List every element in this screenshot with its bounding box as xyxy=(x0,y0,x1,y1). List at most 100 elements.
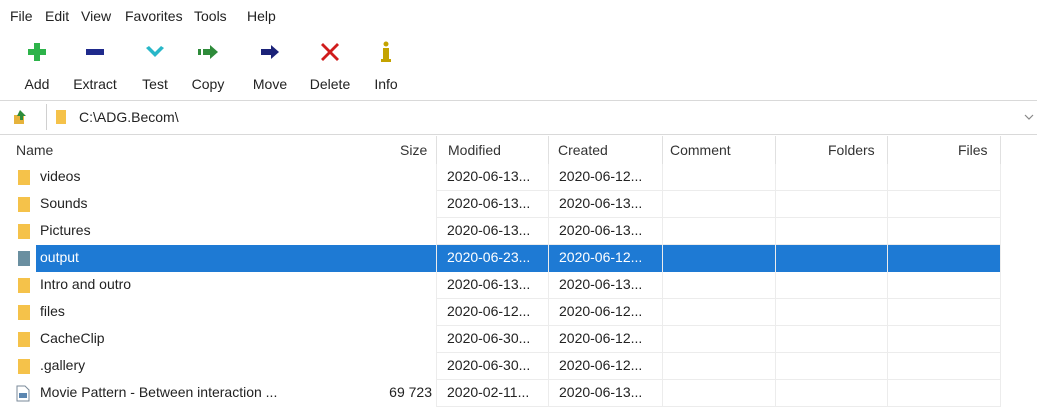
column-headers: Name Size Modified Created Comment Folde… xyxy=(0,136,1037,164)
extract-label: Extract xyxy=(73,76,117,92)
list-item[interactable]: Sounds 2020-06-13... 2020-06-13... xyxy=(0,191,1037,218)
chevron-down-icon[interactable] xyxy=(1024,113,1034,121)
up-folder-icon[interactable] xyxy=(12,109,28,125)
test-button[interactable]: Test xyxy=(136,36,174,96)
item-created: 2020-06-12... xyxy=(559,168,643,184)
list-item[interactable]: Movie Pattern - Between interaction ... … xyxy=(0,380,1037,407)
item-name: Intro and outro xyxy=(40,276,132,292)
item-name: videos xyxy=(40,168,81,184)
add-button[interactable]: Add xyxy=(14,36,60,96)
right-arrow-icon xyxy=(261,45,279,59)
list-item[interactable]: Pictures 2020-06-13... 2020-06-13... xyxy=(0,218,1037,245)
info-label: Info xyxy=(374,76,398,92)
item-created: 2020-06-12... xyxy=(559,330,643,346)
list-item[interactable]: videos 2020-06-13... 2020-06-12... xyxy=(0,164,1037,191)
list-item-selected[interactable]: output 2020-06-23... 2020-06-12... xyxy=(0,245,1037,272)
item-size: 69 723 xyxy=(389,384,432,400)
minus-icon xyxy=(86,49,104,55)
folder-icon xyxy=(18,197,30,212)
item-created: 2020-06-13... xyxy=(559,222,643,238)
item-name: output xyxy=(40,249,79,265)
item-created: 2020-06-12... xyxy=(559,249,643,265)
grid-line xyxy=(436,164,437,407)
column-folders[interactable]: Folders xyxy=(828,142,875,158)
column-divider[interactable] xyxy=(436,136,437,164)
test-label: Test xyxy=(142,76,168,92)
grid-line xyxy=(1000,164,1001,407)
delete-button[interactable]: Delete xyxy=(303,36,357,96)
grid-line xyxy=(662,164,663,407)
file-icon xyxy=(16,385,30,402)
checkmark-icon xyxy=(146,46,164,57)
list-item[interactable]: Intro and outro 2020-06-13... 2020-06-13… xyxy=(0,272,1037,299)
item-modified: 2020-02-11... xyxy=(447,384,530,400)
x-icon xyxy=(321,43,339,61)
item-modified: 2020-06-13... xyxy=(447,195,531,211)
item-modified: 2020-06-23... xyxy=(447,249,531,265)
info-icon xyxy=(381,41,391,62)
grid-line xyxy=(775,164,776,407)
item-name: CacheClip xyxy=(40,330,105,346)
column-divider[interactable] xyxy=(887,136,888,164)
grid-line xyxy=(887,164,888,407)
item-modified: 2020-06-30... xyxy=(447,330,531,346)
address-path: C:\ADG.Becom\ xyxy=(79,109,179,125)
delete-label: Delete xyxy=(309,76,351,92)
item-name: .gallery xyxy=(40,357,86,373)
folder-icon xyxy=(56,110,66,124)
column-divider[interactable] xyxy=(775,136,776,164)
item-modified: 2020-06-13... xyxy=(447,276,531,292)
item-created: 2020-06-13... xyxy=(559,384,643,400)
menu-help[interactable]: Help xyxy=(247,8,276,24)
list-item[interactable]: files 2020-06-12... 2020-06-12... xyxy=(0,299,1037,326)
folder-icon xyxy=(18,170,30,185)
column-modified[interactable]: Modified xyxy=(448,142,501,158)
folder-icon xyxy=(18,251,30,266)
column-divider[interactable] xyxy=(1000,136,1001,164)
menu-bar: File Edit View Favorites Tools Help xyxy=(0,0,1037,32)
copy-arrow-icon xyxy=(198,45,218,59)
item-name: Movie Pattern - Between interaction ... xyxy=(40,384,278,400)
column-name[interactable]: Name xyxy=(16,142,53,158)
menu-favorites[interactable]: Favorites xyxy=(125,8,183,24)
menu-edit[interactable]: Edit xyxy=(45,8,69,24)
toolbar: Add Extract Test Copy Move Delete Info xyxy=(0,32,1037,100)
address-separator xyxy=(0,134,1037,135)
menu-view[interactable]: View xyxy=(81,8,111,24)
menu-tools[interactable]: Tools xyxy=(194,8,227,24)
folder-icon xyxy=(18,224,30,239)
menu-file[interactable]: File xyxy=(10,8,33,24)
item-created: 2020-06-12... xyxy=(559,357,643,373)
item-modified: 2020-06-13... xyxy=(447,168,531,184)
item-created: 2020-06-13... xyxy=(559,195,643,211)
item-created: 2020-06-13... xyxy=(559,276,643,292)
folder-icon xyxy=(18,305,30,320)
list-item[interactable]: .gallery 2020-06-30... 2020-06-12... xyxy=(0,353,1037,380)
address-field[interactable]: C:\ADG.Becom\ xyxy=(46,104,1037,130)
folder-icon xyxy=(18,278,30,293)
column-created[interactable]: Created xyxy=(558,142,608,158)
item-modified: 2020-06-30... xyxy=(447,357,531,373)
copy-button[interactable]: Copy xyxy=(187,36,229,96)
column-files[interactable]: Files xyxy=(958,142,988,158)
move-label: Move xyxy=(252,76,288,92)
column-comment[interactable]: Comment xyxy=(670,142,731,158)
list-item[interactable]: CacheClip 2020-06-30... 2020-06-12... xyxy=(0,326,1037,353)
item-name: Sounds xyxy=(40,195,88,211)
column-size[interactable]: Size xyxy=(400,142,427,158)
column-divider[interactable] xyxy=(662,136,663,164)
address-bar: C:\ADG.Becom\ xyxy=(0,101,1037,134)
folder-icon xyxy=(18,359,30,374)
item-created: 2020-06-12... xyxy=(559,303,643,319)
plus-icon xyxy=(28,43,46,61)
grid-line xyxy=(548,164,549,407)
item-name: Pictures xyxy=(40,222,91,238)
item-modified: 2020-06-12... xyxy=(447,303,531,319)
add-label: Add xyxy=(24,76,50,92)
move-button[interactable]: Move xyxy=(248,36,292,96)
extract-button[interactable]: Extract xyxy=(64,36,126,96)
copy-label: Copy xyxy=(191,76,225,92)
info-button[interactable]: Info xyxy=(370,36,402,96)
item-name: files xyxy=(40,303,65,319)
column-divider[interactable] xyxy=(548,136,549,164)
